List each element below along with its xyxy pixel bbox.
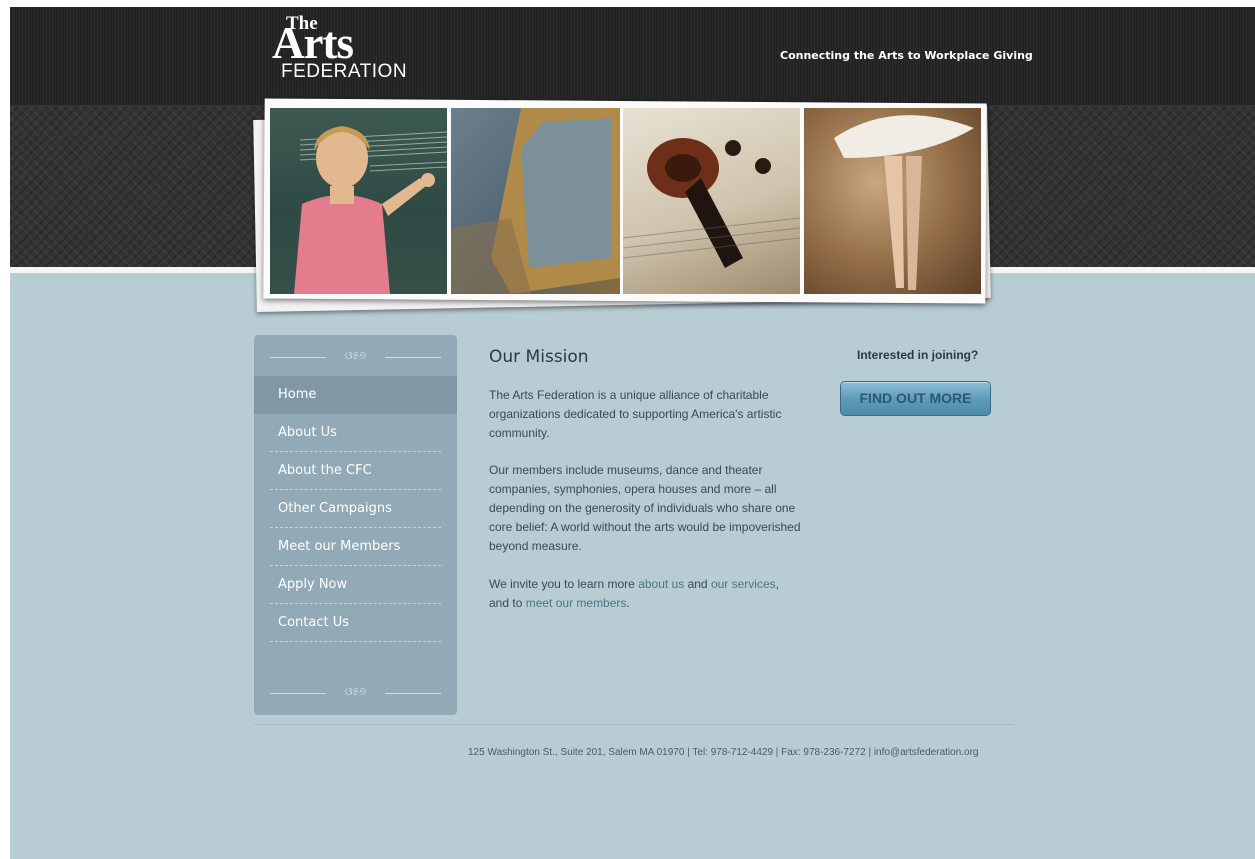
and-to-text: and to [489, 596, 526, 610]
photo-picture-frame [451, 108, 620, 294]
our-services-link[interactable]: our services [711, 577, 776, 591]
page-title: Our Mission [489, 347, 589, 367]
about-us-link[interactable]: about us [638, 577, 684, 591]
sidebar-item-about-cfc[interactable]: About the CFC [254, 452, 457, 490]
logo-arts-text: Arts [272, 18, 354, 68]
sidebar-item-about-us[interactable]: About Us [254, 414, 457, 452]
ornament-icon: ଓ୫୭ [344, 349, 367, 362]
sidebar-ornament-bottom: ଓ୫୭ [270, 685, 441, 699]
photo-ballerina [804, 108, 981, 294]
logo-federation-text: FEDERATION [281, 61, 408, 82]
ornament-icon: ଓ୫୭ [344, 685, 367, 698]
and-text: and [684, 577, 711, 591]
invite-text: We invite you to learn more [489, 577, 639, 591]
sidebar-item-meet-members[interactable]: Meet our Members [254, 528, 457, 566]
sidebar-ornament-top: ଓ୫୭ [270, 349, 441, 363]
mission-paragraph-2: Our members include museums, dance and t… [489, 463, 801, 553]
sidebar-item-home[interactable]: Home [254, 376, 457, 414]
mission-paragraph-1: The Arts Federation is a unique alliance… [489, 388, 782, 440]
mission-paragraph-3: We invite you to learn more about us and… [489, 575, 819, 613]
sidebar-item-other-campaigns[interactable]: Other Campaigns [254, 490, 457, 528]
find-out-more-button[interactable]: FIND OUT MORE [840, 381, 991, 416]
period-text: . [626, 596, 630, 610]
site-tagline: Connecting the Arts to Workplace Giving [780, 49, 1033, 62]
header-bar [10, 7, 1255, 105]
sidebar-nav: ଓ୫୭ Home About Us About the CFC Other Ca… [254, 335, 457, 715]
meet-members-link[interactable]: meet our members [526, 596, 627, 610]
footer-divider [254, 724, 1014, 725]
sidebar-item-apply-now[interactable]: Apply Now [254, 566, 457, 604]
join-heading: Interested in joining? [857, 348, 979, 362]
sidebar-item-contact-us[interactable]: Contact Us [254, 604, 457, 642]
photo-girl-music [270, 108, 447, 294]
comma-text: , [775, 577, 779, 591]
photo-violin [623, 108, 800, 294]
footer-contact-info: 125 Washington St., Suite 201, Salem MA … [468, 747, 979, 758]
page: The Arts FEDERATION Connecting the Arts … [10, 7, 1255, 859]
